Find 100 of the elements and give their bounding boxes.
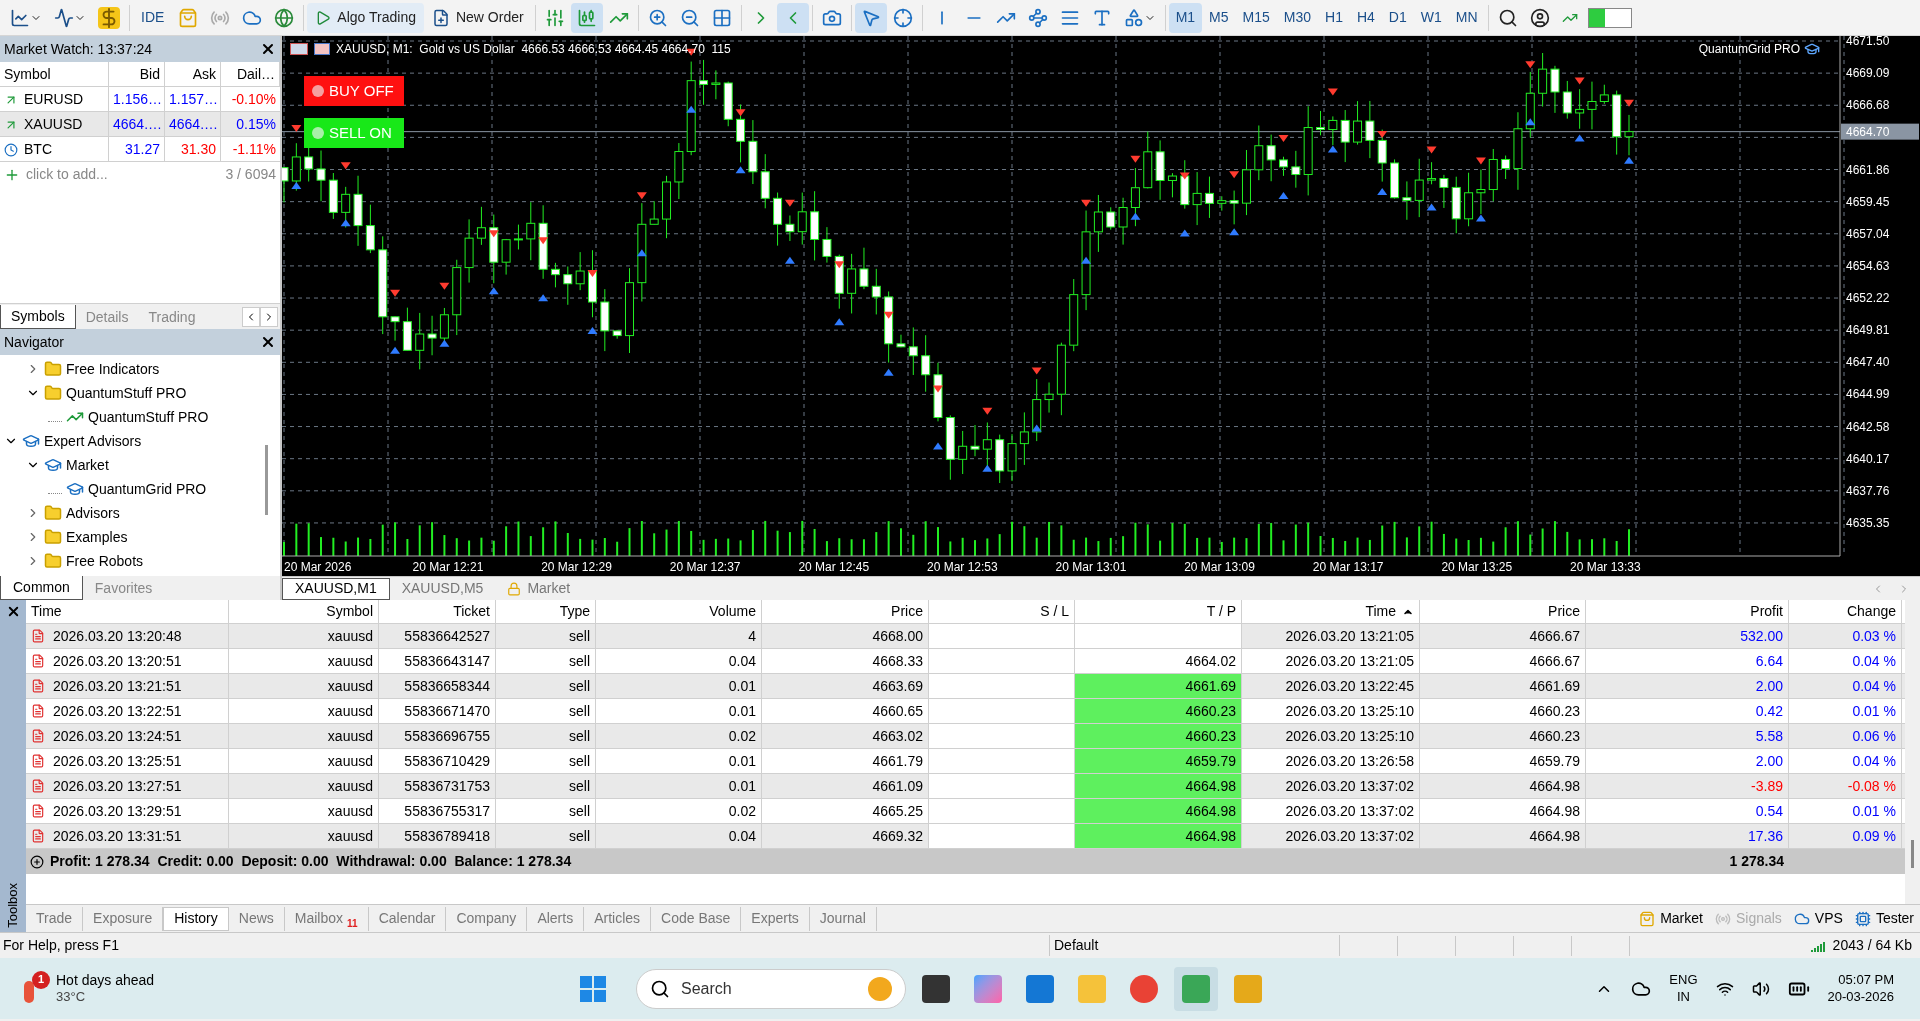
column-header[interactable]: Change bbox=[1789, 600, 1902, 623]
column-header[interactable]: Price bbox=[1420, 600, 1586, 623]
navigator-item[interactable]: QuantumStuff PRO bbox=[66, 382, 187, 404]
toolbox-tab[interactable]: Code Base bbox=[651, 906, 742, 931]
column-header[interactable]: Price bbox=[762, 600, 929, 623]
price-chart[interactable] bbox=[282, 36, 1920, 576]
toolbox-tab[interactable]: History bbox=[163, 906, 229, 931]
toolbox-tab[interactable]: Trade bbox=[26, 906, 84, 931]
history-row[interactable]: 2026.03.20 13:20:51 xauusd 55836643147 sell 0.04 4668.33 4664.02 2026.03.20 13:21:05 4666.67 6.64 0.04 % bbox=[26, 649, 1905, 674]
expand-icon[interactable] bbox=[30, 854, 44, 869]
close-button[interactable] bbox=[260, 41, 276, 57]
table-cell-text: 55836643147 bbox=[404, 651, 490, 671]
chart-shift-icon[interactable] bbox=[776, 2, 809, 33]
history-row[interactable]: 2026.03.20 13:22:51 xauusd 55836671470 sell 0.01 4660.65 4660.23 2026.03.20 13:25:10 4660.23 0.42 0.01 % bbox=[26, 699, 1905, 724]
clock-display[interactable]: 05:07 PM 20-03-2026 bbox=[1827, 972, 1900, 1005]
toolbox-tab[interactable]: Alerts bbox=[527, 906, 585, 931]
scrollbar-thumb[interactable] bbox=[265, 445, 268, 515]
column-header[interactable]: Ticket bbox=[379, 600, 496, 623]
timeframe-button[interactable]: M30 bbox=[1276, 2, 1318, 33]
history-row[interactable]: 2026.03.20 13:29:51 xauusd 55836755317 sell 0.02 4665.25 4664.98 2026.03.20 13:37:02 4664.98 0.54 0.01 % bbox=[26, 799, 1905, 824]
new-order-button[interactable]: New Order bbox=[423, 2, 532, 33]
tool-button[interactable]: Tester bbox=[1848, 906, 1920, 931]
price-label: 4671.50 bbox=[1846, 36, 1890, 48]
graduation-cap-icon bbox=[44, 456, 62, 474]
add-symbol-hint[interactable]: click to add... bbox=[26, 164, 108, 185]
column-header[interactable]: T / P bbox=[1075, 600, 1242, 623]
weather-title[interactable]: Hot days ahead bbox=[56, 971, 155, 990]
timeframe-button[interactable]: M5 bbox=[1202, 2, 1236, 33]
panel-tab[interactable]: Common bbox=[0, 576, 83, 600]
volume-icon[interactable] bbox=[1751, 979, 1770, 998]
navigator-item[interactable]: Expert Advisors bbox=[44, 430, 142, 452]
column-header[interactable]: S / L bbox=[929, 600, 1075, 623]
toolbox-tab[interactable]: Journal bbox=[809, 906, 877, 931]
toolbox-tab[interactable]: News bbox=[228, 906, 285, 931]
column-header[interactable]: Symbol bbox=[229, 600, 379, 623]
history-row[interactable]: 2026.03.20 13:31:51 xauusd 55836789418 sell 0.04 4669.32 4664.98 2026.03.20 13:37:02 4664.98 17.36 0.09 % bbox=[26, 824, 1905, 849]
windows-start-icon[interactable] bbox=[580, 975, 606, 1002]
history-row[interactable]: 2026.03.20 13:25:51 xauusd 55836710429 sell 0.01 4661.79 4659.79 2026.03.20 13:26:58 4659.79 2.00 0.04 % bbox=[26, 749, 1905, 774]
timeframe-button[interactable]: MN bbox=[1448, 2, 1485, 33]
navigator-item[interactable]: Free Robots bbox=[66, 550, 144, 572]
table-cell-text: 55836671470 bbox=[404, 701, 490, 721]
timeframe-button[interactable]: W1 bbox=[1413, 2, 1449, 33]
column-header[interactable]: Time bbox=[26, 600, 229, 623]
history-row[interactable]: 2026.03.20 13:21:51 xauusd 55836658344 sell 0.01 4663.69 4661.69 2026.03.20 13:22:45 4661.69 2.00 0.04 % bbox=[26, 674, 1905, 699]
scroll-right-button[interactable] bbox=[260, 307, 278, 327]
symbol-row[interactable]: EURUSD 1.156… 1.157… -0.10% bbox=[0, 87, 280, 112]
navigator-item[interactable]: QuantumStuff PRO bbox=[88, 406, 209, 428]
column-header[interactable]: Type bbox=[496, 600, 596, 623]
language-indicator[interactable]: ENG IN bbox=[1669, 972, 1698, 1005]
timeframe-button[interactable]: H4 bbox=[1349, 2, 1382, 33]
ide-button[interactable]: IDE bbox=[133, 2, 173, 33]
history-row[interactable]: 2026.03.20 13:27:51 xauusd 55836731753 sell 0.01 4661.09 4664.98 2026.03.20 13:37:02 4664.98 -3.89 -0.08 % bbox=[26, 774, 1905, 799]
chart-tab[interactable]: Market bbox=[495, 577, 583, 600]
navigator-item[interactable]: Market bbox=[66, 454, 109, 476]
navigator-item[interactable]: Free Indicators bbox=[66, 358, 160, 380]
chart-props-icon[interactable] bbox=[314, 43, 330, 55]
column-header[interactable]: Volume bbox=[596, 600, 762, 623]
chart-tab[interactable]: XAUUSD,M5 bbox=[389, 577, 496, 600]
timeframe-button[interactable]: M15 bbox=[1235, 2, 1277, 33]
column-header[interactable]: Dail… bbox=[221, 62, 280, 86]
symbol-row[interactable]: XAUUSD 4664.… 4664.… 0.15% bbox=[0, 112, 280, 137]
order-icon bbox=[31, 703, 45, 719]
table-cell-text: 2026.03.20 13:22:51 bbox=[53, 701, 182, 721]
table-cell-text: sell bbox=[569, 751, 590, 771]
timeframe-button[interactable]: D1 bbox=[1381, 2, 1414, 33]
chart-list-icon[interactable] bbox=[290, 43, 308, 55]
chart-tab[interactable]: XAUUSD,M1 bbox=[282, 577, 390, 600]
toolbox-tab[interactable]: Experts bbox=[741, 906, 810, 931]
navigator-item[interactable]: Advisors bbox=[66, 502, 120, 524]
timeframe-button[interactable]: M1 bbox=[1168, 2, 1203, 33]
thermometer-icon[interactable] bbox=[24, 980, 34, 1003]
algo-trading-button[interactable]: Algo Trading bbox=[307, 2, 424, 33]
timeframe-button[interactable]: H1 bbox=[1318, 2, 1350, 33]
tool-button[interactable]: Market bbox=[1633, 906, 1709, 931]
scroll-left-button[interactable] bbox=[242, 307, 260, 327]
search-field[interactable]: Search bbox=[636, 968, 906, 1009]
navigator-item[interactable]: QuantumGrid PRO bbox=[88, 478, 207, 500]
toolbox-tab[interactable]: Mailbox 11 bbox=[284, 906, 369, 931]
price-label: 4640.17 bbox=[1846, 451, 1890, 466]
scrollbar-thumb[interactable] bbox=[1911, 840, 1914, 868]
tool-button[interactable]: VPS bbox=[1787, 906, 1849, 931]
navigator-item[interactable]: Examples bbox=[66, 526, 128, 548]
column-header[interactable]: Time bbox=[1242, 600, 1420, 623]
column-header[interactable]: Symbol bbox=[0, 62, 109, 86]
price-label: 4649.81 bbox=[1846, 323, 1890, 338]
history-row[interactable]: 2026.03.20 13:24:51 xauusd 55836696755 sell 0.02 4663.02 4660.23 2026.03.20 13:25:10 4660.23 5.58 0.06 % bbox=[26, 724, 1905, 749]
history-row[interactable]: 2026.03.20 13:20:48 xauusd 55836642527 sell 4 4668.00 2026.03.20 13:21:05 4666.67 532.00 0.03 % bbox=[26, 624, 1905, 649]
column-header[interactable]: Ask bbox=[165, 62, 221, 86]
column-header[interactable]: Profit bbox=[1586, 600, 1789, 623]
toolbox-tab[interactable]: Articles bbox=[584, 906, 652, 931]
table-cell-text: 2026.03.20 13:21:05 bbox=[1285, 651, 1414, 671]
symbol-row[interactable]: BTC 31.27 31.30 -1.11% bbox=[0, 137, 280, 162]
toolbox-tab[interactable]: Calendar bbox=[368, 906, 447, 931]
trade-toggle-button[interactable]: BUY OFF bbox=[304, 76, 404, 106]
candlestick-icon[interactable] bbox=[570, 2, 603, 33]
cursor-icon[interactable] bbox=[854, 2, 887, 33]
close-button[interactable] bbox=[260, 334, 276, 350]
panel-tab[interactable]: Symbols bbox=[0, 305, 76, 329]
column-header[interactable]: Bid bbox=[109, 62, 165, 86]
toolbox-tab[interactable]: Company bbox=[446, 906, 528, 931]
